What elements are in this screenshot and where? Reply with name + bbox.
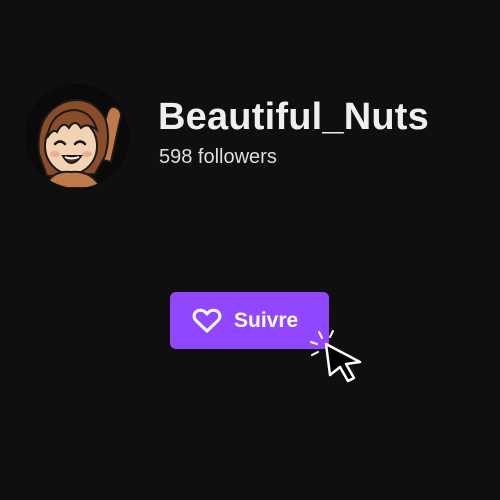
follower-count: 598 followers <box>159 146 277 168</box>
follow-button-label: Suivre <box>234 308 299 332</box>
avatar[interactable] <box>25 84 129 188</box>
avatar-illustration <box>25 84 129 188</box>
heart-outline-icon <box>192 308 222 334</box>
channel-username[interactable]: Beautiful_Nuts <box>158 96 429 139</box>
channel-card: Beautiful_Nuts 598 followers Suivre <box>0 0 500 500</box>
mouse-pointer-click-icon <box>306 328 366 386</box>
